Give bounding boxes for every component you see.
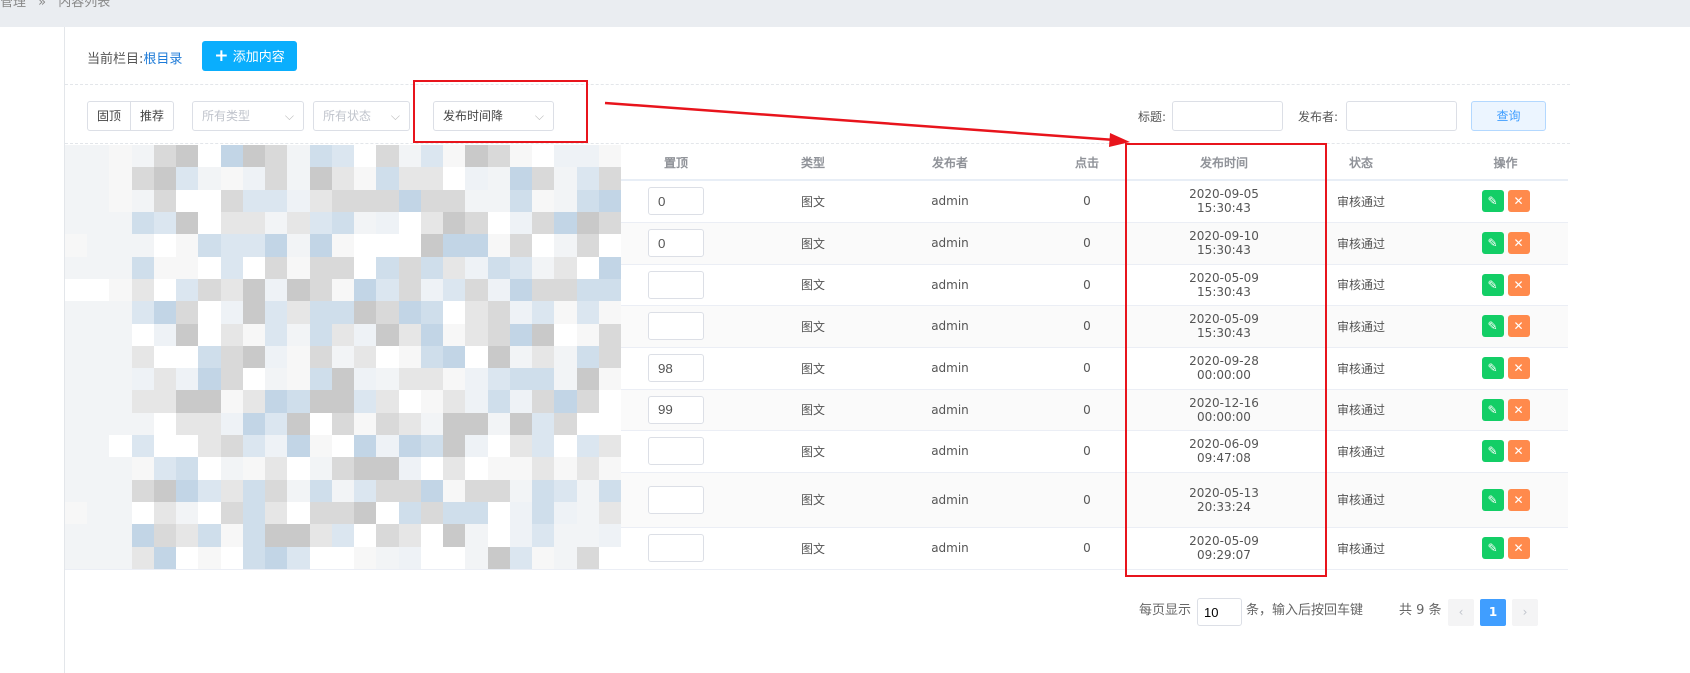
annotation-arrow — [604, 101, 1130, 147]
